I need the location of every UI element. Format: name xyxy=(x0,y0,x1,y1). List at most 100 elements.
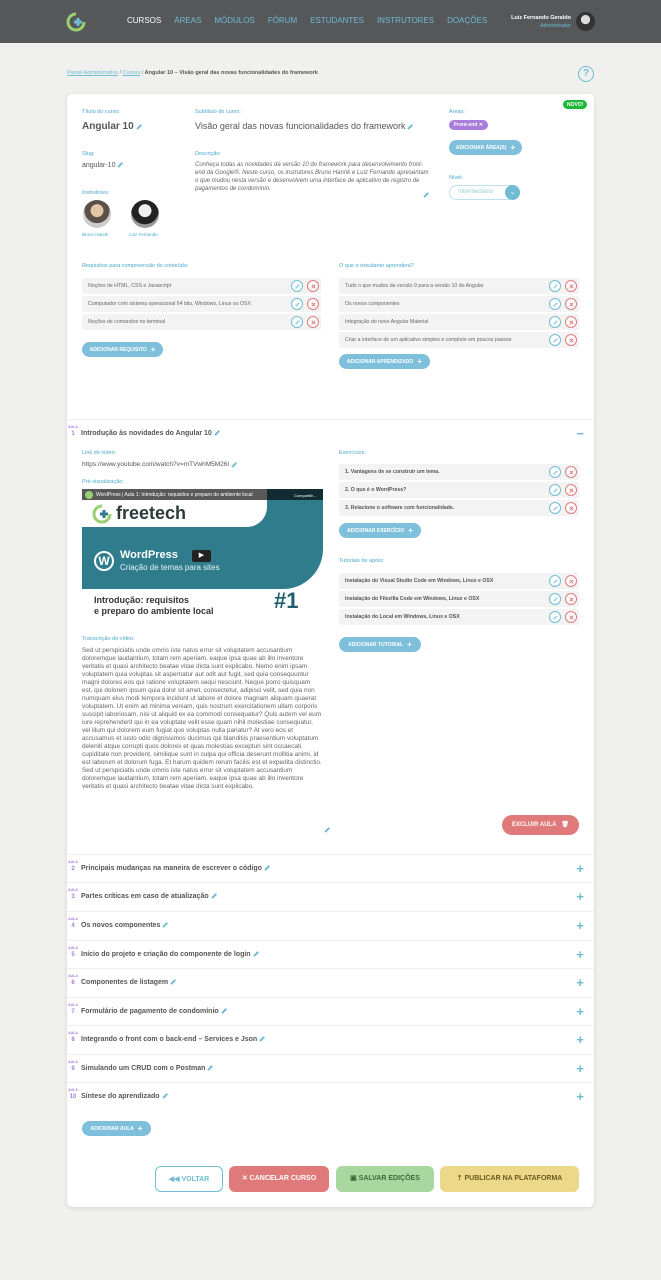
chevron-down-icon[interactable]: ⌄ xyxy=(505,185,520,200)
edit-icon[interactable] xyxy=(549,298,561,310)
lesson-title[interactable]: Simulando um CRUD com o Postman xyxy=(81,1065,214,1072)
edit-icon[interactable] xyxy=(549,593,561,605)
edit-pencil-icon[interactable] xyxy=(231,461,237,467)
nav-areas[interactable]: ÁREAS xyxy=(174,16,201,25)
expand-icon[interactable]: + xyxy=(576,889,584,904)
edit-pencil-icon[interactable] xyxy=(264,865,270,871)
lesson-header[interactable]: AULA 2 Principais mudanças na maneira de e… xyxy=(67,854,594,882)
freetech-logo-icon[interactable] xyxy=(66,12,86,32)
edit-pencil-icon[interactable] xyxy=(170,979,176,985)
edit-pencil-icon[interactable] xyxy=(324,827,330,833)
course-subtitle-field[interactable]: Visão geral das novas funcionalidades do… xyxy=(195,121,414,131)
nav-modulos[interactable]: MÓDULOS xyxy=(214,16,254,25)
delete-icon[interactable] xyxy=(565,466,577,478)
instructor-avatar[interactable] xyxy=(83,200,111,228)
breadcrumb-cursos[interactable]: Cursos xyxy=(123,70,140,76)
expand-icon[interactable]: + xyxy=(576,1004,584,1019)
transcript-text[interactable]: Sed ut perspiciatis unde omnis iste natu… xyxy=(82,647,322,835)
lesson-header[interactable]: AULA 10 Síntese do aprendizado + xyxy=(67,1082,594,1110)
edit-icon[interactable] xyxy=(291,298,303,310)
edit-icon[interactable] xyxy=(549,334,561,346)
save-edits-button[interactable]: ▣ SALVAR EDIÇÕES xyxy=(336,1166,434,1192)
lesson-title[interactable]: Os novos componentes xyxy=(81,922,169,929)
edit-pencil-icon[interactable] xyxy=(136,123,142,130)
lesson-header[interactable]: AULA 3 Partes críticas em caso de atualiza… xyxy=(67,882,594,910)
delete-icon[interactable] xyxy=(565,298,577,310)
edit-pencil-icon[interactable] xyxy=(221,1008,227,1014)
lesson-title[interactable]: Formulário de pagamento de condomínio xyxy=(81,1008,227,1015)
edit-pencil-icon[interactable] xyxy=(207,1065,214,1071)
nav-forum[interactable]: FÓRUM xyxy=(268,16,297,25)
video-link-field[interactable]: https://www.youtube.com/watch?v=mTVwhM5M… xyxy=(82,461,237,468)
expand-icon[interactable]: + xyxy=(576,1089,584,1104)
delete-icon[interactable] xyxy=(565,316,577,328)
edit-icon[interactable] xyxy=(291,316,303,328)
add-lesson-button[interactable]: ADICIONAR AULA + xyxy=(82,1121,151,1136)
edit-icon[interactable] xyxy=(549,316,561,328)
nav-doacoes[interactable]: DOAÇÕES xyxy=(447,16,487,25)
edit-icon[interactable] xyxy=(549,502,561,514)
level-select[interactable]: Intermediário ⌄ xyxy=(449,185,520,200)
add-exercise-button[interactable]: ADICIONAR EXERCÍCIO + xyxy=(339,523,421,538)
lesson-title[interactable]: Síntese do aprendizado xyxy=(81,1093,168,1100)
expand-icon[interactable]: + xyxy=(576,861,584,876)
delete-icon[interactable] xyxy=(565,334,577,346)
help-icon[interactable]: ? xyxy=(578,66,594,82)
add-tutorial-button[interactable]: ADICIONAR TUTORIAL + xyxy=(339,637,421,652)
edit-pencil-icon[interactable] xyxy=(214,430,220,436)
edit-icon[interactable] xyxy=(291,280,303,292)
breadcrumb-painel[interactable]: Painel Administrativo xyxy=(67,70,118,76)
share-label[interactable]: Compartilh... xyxy=(294,493,317,498)
nav-cursos[interactable]: CURSOS xyxy=(127,16,161,25)
lesson-title[interactable]: Introdução às novidades do Angular 10 xyxy=(81,430,220,437)
add-requirement-button[interactable]: ADICIONAR REQUISITO + xyxy=(82,342,163,357)
edit-pencil-icon[interactable] xyxy=(117,162,124,168)
edit-pencil-icon[interactable] xyxy=(162,922,169,928)
edit-icon[interactable] xyxy=(549,611,561,623)
edit-pencil-icon[interactable] xyxy=(210,893,217,899)
delete-icon[interactable] xyxy=(565,484,577,496)
lesson-title[interactable]: Partes críticas em caso de atualização xyxy=(81,893,217,900)
user-avatar[interactable] xyxy=(576,12,595,31)
edit-pencil-icon[interactable] xyxy=(161,1093,168,1099)
instructor-avatar[interactable] xyxy=(131,200,159,228)
edit-pencil-icon[interactable] xyxy=(407,123,414,130)
edit-icon[interactable] xyxy=(549,466,561,478)
add-learn-button[interactable]: ADICIONAR APRENDIZADO + xyxy=(339,354,430,369)
edit-pencil-icon[interactable] xyxy=(259,1036,265,1042)
nav-instrutores[interactable]: INSTRUTORES xyxy=(377,16,434,25)
slug-field[interactable]: angular-10 xyxy=(82,162,124,169)
lesson-header-expanded[interactable]: AULA 1 Introdução às novidades do Angula… xyxy=(67,419,594,447)
description-field[interactable]: Conheça todas as novidades da versão 10 … xyxy=(195,161,431,193)
video-preview[interactable]: WordPress | Aula 1: Introdução: requisit… xyxy=(82,489,323,625)
edit-icon[interactable] xyxy=(549,484,561,496)
edit-icon[interactable] xyxy=(549,280,561,292)
remove-tag-icon[interactable]: ✕ xyxy=(479,122,483,128)
expand-icon[interactable]: + xyxy=(576,947,584,962)
lesson-header[interactable]: AULA 6 Componentes de listagem + xyxy=(67,968,594,996)
lesson-title[interactable]: Principais mudanças na maneira de escrev… xyxy=(81,865,270,872)
delete-lesson-button[interactable]: EXCLUIR AULA 🗑 xyxy=(502,815,579,835)
course-title-field[interactable]: Angular 10 xyxy=(82,121,142,132)
delete-icon[interactable] xyxy=(565,575,577,587)
back-button[interactable]: ◀◀ VOLTAR xyxy=(155,1166,223,1192)
delete-icon[interactable] xyxy=(565,502,577,514)
cancel-course-button[interactable]: ✕ CANCELAR CURSO xyxy=(229,1166,329,1192)
lesson-header[interactable]: AULA 7 Formulário de pagamento de condomín… xyxy=(67,997,594,1025)
lesson-title[interactable]: Componentes de listagem xyxy=(81,979,176,986)
delete-icon[interactable] xyxy=(307,316,319,328)
delete-icon[interactable] xyxy=(307,280,319,292)
lesson-title[interactable]: Integrando o front com o back-end – Serv… xyxy=(81,1036,265,1043)
edit-pencil-icon[interactable] xyxy=(252,951,259,957)
lesson-header[interactable]: AULA 9 Simulando um CRUD com o Postman + xyxy=(67,1054,594,1082)
nav-estudantes[interactable]: ESTUDANTES xyxy=(310,16,364,25)
add-area-button[interactable]: ADICIONAR ÁREA(S) + xyxy=(449,140,522,155)
play-icon[interactable]: ▶ xyxy=(192,550,211,562)
lesson-header[interactable]: AULA 5 Início do projeto e criação do comp… xyxy=(67,940,594,968)
delete-icon[interactable] xyxy=(307,298,319,310)
user-name[interactable]: Luiz Fernando Geraldo xyxy=(511,15,571,21)
expand-icon[interactable]: + xyxy=(576,975,584,990)
lesson-header[interactable]: AULA 8 Integrando o front com o back-end –… xyxy=(67,1025,594,1053)
expand-icon[interactable]: + xyxy=(576,1061,584,1076)
collapse-icon[interactable]: − xyxy=(576,426,584,441)
